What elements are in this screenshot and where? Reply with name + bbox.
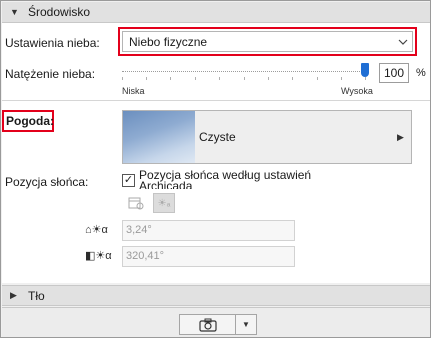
environment-section-title: Środowisko xyxy=(28,5,91,19)
environment-panel: ▼ Środowisko Ustawienia nieba: Niebo fiz… xyxy=(0,0,431,338)
collapse-arrow-icon[interactable]: ▼ xyxy=(10,7,20,17)
sun-altitude-icon: ⌂☀α xyxy=(85,224,108,236)
weather-picker[interactable]: Czyste ▶ xyxy=(122,110,412,164)
environment-section-header[interactable]: ▼ Środowisko xyxy=(2,2,430,23)
sky-intensity-label: Natężenie nieba: xyxy=(5,67,96,81)
weather-value: Czyste xyxy=(199,130,236,144)
sun-altitude-input[interactable]: 3,24° xyxy=(122,220,295,241)
sky-settings-select[interactable]: Niebo fizyczne xyxy=(122,31,413,52)
slider-min-label: Niska xyxy=(122,86,145,96)
weather-label: Pogoda: xyxy=(6,114,54,128)
sun-angle-icon[interactable]: ☀ₐ xyxy=(153,193,175,213)
chevron-right-icon: ▶ xyxy=(397,131,404,142)
sun-position-label: Pozycja słońca: xyxy=(5,175,89,189)
expand-arrow-icon[interactable]: ▶ xyxy=(10,290,20,301)
sun-position-checkbox[interactable]: ✓ xyxy=(122,174,135,187)
sky-intensity-slider-track[interactable] xyxy=(122,71,366,72)
sky-settings-value: Niebo fizyczne xyxy=(129,34,208,49)
sky-intensity-slider-ticks xyxy=(122,77,366,81)
chevron-down-icon xyxy=(394,36,412,48)
camera-button[interactable] xyxy=(180,315,236,334)
background-section-title: Tło xyxy=(28,288,45,303)
sun-azimuth-input[interactable]: 320,41° xyxy=(122,246,295,267)
slider-max-label: Wysoka xyxy=(341,86,373,96)
calendar-location-icon[interactable] xyxy=(125,193,147,213)
sun-azimuth-icon: ◧☀α xyxy=(85,250,112,262)
sky-intensity-slider-thumb[interactable] xyxy=(361,63,369,77)
sky-settings-label: Ustawienia nieba: xyxy=(5,36,100,50)
camera-icon xyxy=(198,318,217,332)
divider xyxy=(2,100,430,101)
sky-intensity-unit: % xyxy=(416,67,426,79)
camera-dropdown-button[interactable]: ▼ xyxy=(236,315,256,334)
sun-position-checkbox-label-line2: Archicada xyxy=(139,179,193,189)
sky-intensity-input[interactable]: 100 xyxy=(379,63,409,83)
camera-button-group: ▼ xyxy=(179,314,257,335)
panel-footer: ▼ xyxy=(2,307,430,337)
background-section-header[interactable]: ▶ Tło xyxy=(2,285,430,306)
weather-preview-thumbnail xyxy=(123,111,195,163)
